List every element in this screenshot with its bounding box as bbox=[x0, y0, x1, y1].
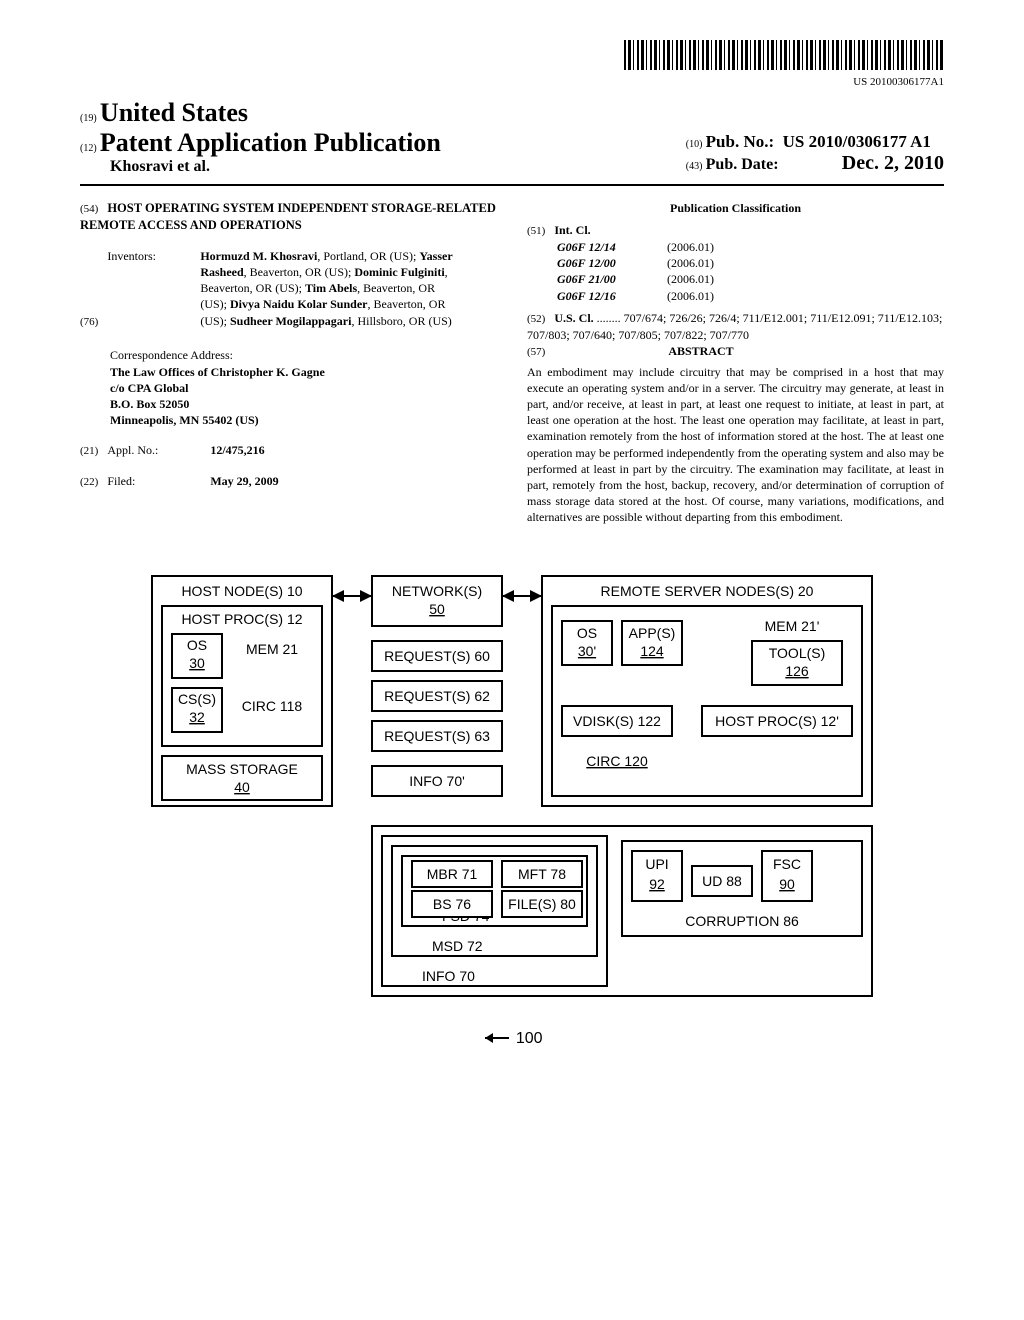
abstract-heading: ABSTRACT bbox=[668, 344, 733, 358]
appl-no-row: (21) Appl. No.: 12/475,216 bbox=[80, 442, 497, 459]
appl-label: Appl. No.: bbox=[107, 442, 187, 458]
uscl-block: (52) U.S. Cl. ........ 707/674; 726/26; … bbox=[527, 310, 944, 343]
svg-text:FILE(S) 80: FILE(S) 80 bbox=[508, 896, 576, 912]
svg-text:REQUEST(S) 60: REQUEST(S) 60 bbox=[384, 648, 490, 664]
svg-text:MASS STORAGE: MASS STORAGE bbox=[186, 761, 298, 777]
svg-text:TOOL(S): TOOL(S) bbox=[769, 645, 826, 661]
svg-text:30': 30' bbox=[578, 643, 596, 659]
svg-text:REMOTE SERVER NODES(S) 20: REMOTE SERVER NODES(S) 20 bbox=[601, 583, 814, 599]
filed-val: May 29, 2009 bbox=[210, 474, 278, 488]
svg-text:VDISK(S) 122: VDISK(S) 122 bbox=[573, 713, 661, 729]
svg-text:MFT 78: MFT 78 bbox=[518, 866, 566, 882]
intcl-num: (51) bbox=[527, 225, 545, 237]
filed-label: Filed: bbox=[107, 473, 187, 489]
abstract-body: An embodiment may include circuitry that… bbox=[527, 364, 944, 526]
svg-text:INFO 70: INFO 70 bbox=[422, 968, 475, 984]
ref100-text: 100 bbox=[516, 1030, 543, 1047]
svg-text:INFO 70': INFO 70' bbox=[409, 773, 465, 789]
uscl-num: (52) bbox=[527, 313, 545, 325]
intcl-row: G06F 12/00(2006.01) bbox=[557, 255, 944, 271]
intcl-label: Int. Cl. bbox=[554, 223, 590, 237]
appl-val: 12/475,216 bbox=[210, 443, 264, 457]
svg-text:APP(S): APP(S) bbox=[629, 625, 676, 641]
corr-label: Correspondence Address: bbox=[110, 348, 233, 362]
pubdate-label: Pub. Date: bbox=[706, 156, 779, 173]
svg-text:124: 124 bbox=[640, 643, 664, 659]
svg-text:REQUEST(S) 63: REQUEST(S) 63 bbox=[384, 728, 490, 744]
intcl-block: (51) Int. Cl. G06F 12/14(2006.01) G06F 1… bbox=[527, 222, 944, 304]
svg-text:HOST NODE(S) 10: HOST NODE(S) 10 bbox=[181, 583, 302, 599]
invention-title: HOST OPERATING SYSTEM INDEPENDENT STORAG… bbox=[80, 201, 496, 232]
svg-text:BS 76: BS 76 bbox=[433, 896, 471, 912]
svg-text:NETWORK(S): NETWORK(S) bbox=[392, 583, 482, 599]
uscl-label: U.S. Cl. bbox=[554, 311, 593, 325]
svg-text:32: 32 bbox=[189, 709, 205, 725]
intcl-row: G06F 12/14(2006.01) bbox=[557, 239, 944, 255]
svg-text:MEM 21': MEM 21' bbox=[765, 618, 820, 634]
intcl-row: G06F 12/16(2006.01) bbox=[557, 288, 944, 304]
intcl-row: G06F 21/00(2006.01) bbox=[557, 271, 944, 287]
title-block: (54) HOST OPERATING SYSTEM INDEPENDENT S… bbox=[80, 200, 497, 234]
inventors-text: Hormuzd M. Khosravi, Portland, OR (US); … bbox=[200, 248, 460, 329]
svg-text:126: 126 bbox=[785, 663, 809, 679]
abstract-block: (57) ABSTRACT An embodiment may include … bbox=[527, 343, 944, 526]
svg-text:CORRUPTION 86: CORRUPTION 86 bbox=[685, 913, 799, 929]
inventors-label: Inventors: bbox=[107, 248, 197, 264]
svg-text:UD 88: UD 88 bbox=[702, 873, 742, 889]
svg-text:CS(S): CS(S) bbox=[178, 691, 216, 707]
svg-text:HOST PROC(S) 12': HOST PROC(S) 12' bbox=[715, 713, 839, 729]
svg-text:MSD 72: MSD 72 bbox=[432, 938, 483, 954]
title-num: (54) bbox=[80, 203, 98, 215]
svg-text:90: 90 bbox=[779, 876, 795, 892]
svg-text:FSC: FSC bbox=[773, 856, 801, 872]
pubno-label: Pub. No.: bbox=[706, 132, 774, 151]
pub-type: Patent Application Publication bbox=[100, 128, 441, 157]
svg-text:30: 30 bbox=[189, 655, 205, 671]
country-name: United States bbox=[100, 98, 248, 127]
svg-text:UPI: UPI bbox=[645, 856, 668, 872]
country-num: (19) bbox=[80, 113, 97, 124]
svg-text:OS: OS bbox=[187, 637, 207, 653]
filed-row: (22) Filed: May 29, 2009 bbox=[80, 473, 497, 490]
figure-svg: HOST NODE(S) 10 HOST PROC(S) 12 OS 30 ME… bbox=[142, 566, 882, 1006]
corr-line3: B.O. Box 52050 bbox=[110, 397, 189, 411]
svg-text:92: 92 bbox=[649, 876, 665, 892]
filed-num: (22) bbox=[80, 476, 98, 488]
header-rule bbox=[80, 184, 944, 186]
svg-text:REQUEST(S) 62: REQUEST(S) 62 bbox=[384, 688, 490, 704]
barcode-graphic bbox=[624, 40, 944, 70]
corr-line4: Minneapolis, MN 55402 (US) bbox=[110, 413, 259, 427]
pubno-val: US 2010/0306177 A1 bbox=[783, 132, 931, 151]
svg-text:40: 40 bbox=[234, 779, 250, 795]
corr-line2: c/o CPA Global bbox=[110, 381, 188, 395]
appl-num: (21) bbox=[80, 445, 98, 457]
pubdate-val: Dec. 2, 2010 bbox=[842, 152, 944, 174]
pubno-num: (10) bbox=[686, 139, 703, 150]
document-header: (19) United States (12) Patent Applicati… bbox=[80, 98, 944, 176]
svg-text:HOST PROC(S) 12: HOST PROC(S) 12 bbox=[181, 611, 302, 627]
classification-heading: Publication Classification bbox=[527, 200, 944, 216]
abstract-num: (57) bbox=[527, 346, 545, 358]
svg-text:MBR 71: MBR 71 bbox=[427, 866, 478, 882]
barcode-block: US 20100306177A1 bbox=[80, 40, 944, 88]
svg-text:MEM 21: MEM 21 bbox=[246, 641, 298, 657]
pubdate-num: (43) bbox=[686, 161, 703, 172]
bibliographic-columns: (54) HOST OPERATING SYSTEM INDEPENDENT S… bbox=[80, 200, 944, 526]
svg-text:CIRC 118: CIRC 118 bbox=[242, 698, 303, 714]
header-right-block: (10) Pub. No.: US 2010/0306177 A1 (43) P… bbox=[686, 132, 944, 175]
svg-text:50: 50 bbox=[429, 601, 445, 617]
figure-1: HOST NODE(S) 10 HOST PROC(S) 12 OS 30 ME… bbox=[80, 566, 944, 1010]
figure-ref-100: 100 bbox=[80, 1030, 944, 1048]
corr-line1: The Law Offices of Christopher K. Gagne bbox=[110, 365, 325, 379]
correspondence-block: Correspondence Address: The Law Offices … bbox=[110, 347, 497, 428]
barcode-number: US 20100306177A1 bbox=[80, 76, 944, 88]
right-column: Publication Classification (51) Int. Cl.… bbox=[527, 200, 944, 526]
inventors-num: (76) bbox=[80, 316, 98, 328]
pubtype-num: (12) bbox=[80, 143, 97, 154]
svg-text:OS: OS bbox=[577, 625, 597, 641]
svg-text:CIRC 120: CIRC 120 bbox=[586, 753, 648, 769]
inventors-block: (76) Inventors: Hormuzd M. Khosravi, Por… bbox=[80, 248, 497, 330]
left-column: (54) HOST OPERATING SYSTEM INDEPENDENT S… bbox=[80, 200, 497, 526]
